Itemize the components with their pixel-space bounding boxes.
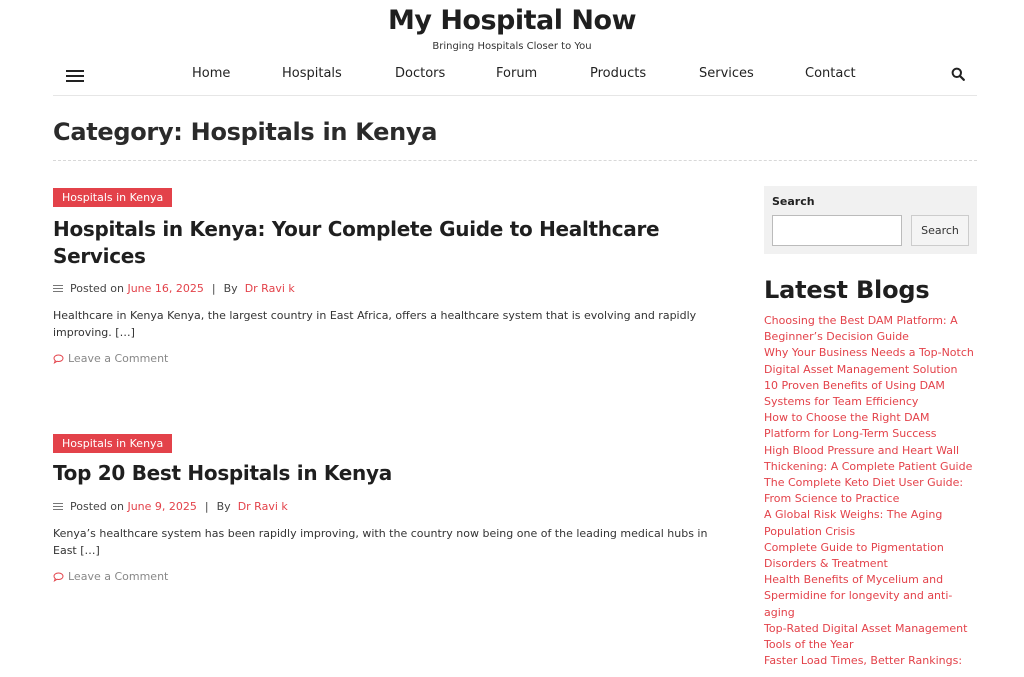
meta-separator: |: [204, 500, 209, 513]
by-label: By: [216, 500, 231, 513]
post-card: Hospitals in Kenya Top 20 Best Hospitals…: [53, 432, 733, 583]
latest-blog-link[interactable]: Faster Load Times, Better Rankings:: [764, 653, 977, 669]
search-icon[interactable]: [951, 67, 965, 81]
search-input[interactable]: [772, 215, 902, 246]
latest-blog-link[interactable]: Why Your Business Needs a Top-Notch Digi…: [764, 345, 977, 377]
latest-blogs-heading: Latest Blogs: [764, 276, 930, 304]
latest-blog-link[interactable]: How to Choose the Right DAM Platform for…: [764, 410, 977, 442]
post-title[interactable]: Hospitals in Kenya: Your Complete Guide …: [53, 216, 733, 270]
post-author[interactable]: Dr Ravi k: [238, 500, 288, 513]
site-title[interactable]: My Hospital Now: [0, 5, 1024, 36]
nav-item-doctors[interactable]: Doctors: [395, 66, 445, 81]
nav-item-contact[interactable]: Contact: [805, 66, 856, 81]
post-excerpt: Kenya’s healthcare system has been rapid…: [53, 527, 708, 557]
sidebar: Search Search: [764, 186, 977, 254]
post-meta: Posted on June 9, 2025 | By Dr Ravi k: [53, 500, 733, 513]
meta-separator: |: [211, 282, 216, 295]
page-title: Category: Hospitals in Kenya: [53, 118, 438, 146]
nav-item-products[interactable]: Products: [590, 66, 646, 81]
post-category-badge[interactable]: Hospitals in Kenya: [53, 434, 173, 453]
nav-item-services[interactable]: Services: [699, 66, 754, 81]
latest-blog-link[interactable]: Top-Rated Digital Asset Management Tools…: [764, 621, 977, 653]
list-icon: [53, 502, 63, 511]
post-category-badge[interactable]: Hospitals in Kenya: [53, 188, 173, 207]
latest-blog-link[interactable]: The Complete Keto Diet User Guide: From …: [764, 475, 977, 507]
nav-item-hospitals[interactable]: Hospitals: [282, 66, 342, 81]
speech-bubble-icon: [53, 571, 64, 582]
speech-bubble-icon: [53, 353, 64, 364]
post-author[interactable]: Dr Ravi k: [245, 282, 295, 295]
latest-blog-link[interactable]: 10 Proven Benefits of Using DAM Systems …: [764, 378, 977, 410]
search-button[interactable]: Search: [911, 215, 969, 246]
list-icon: [53, 284, 63, 293]
by-label: By: [223, 282, 238, 295]
hamburger-icon[interactable]: [66, 69, 84, 83]
nav-item-forum[interactable]: Forum: [496, 66, 537, 81]
latest-blogs-list: Choosing the Best DAM Platform: A Beginn…: [764, 313, 977, 669]
search-label: Search: [772, 195, 815, 208]
title-divider: [53, 160, 977, 161]
post-date[interactable]: June 9, 2025: [127, 500, 196, 513]
leave-comment-link[interactable]: Leave a Comment: [53, 352, 733, 365]
comment-label: Leave a Comment: [68, 352, 169, 365]
comment-label: Leave a Comment: [68, 570, 169, 583]
latest-blog-link[interactable]: Health Benefits of Mycelium and Spermidi…: [764, 572, 977, 621]
latest-blog-link[interactable]: A Global Risk Weighs: The Aging Populati…: [764, 507, 977, 539]
main-navigation: Home Hospitals Doctors Forum Products Se…: [53, 58, 977, 96]
post-title[interactable]: Top 20 Best Hospitals in Kenya: [53, 460, 733, 487]
posted-label: Posted on: [70, 282, 124, 295]
posted-label: Posted on: [70, 500, 124, 513]
latest-blog-link[interactable]: Complete Guide to Pigmentation Disorders…: [764, 540, 977, 572]
search-widget: Search Search: [764, 186, 977, 254]
post-date[interactable]: June 16, 2025: [127, 282, 203, 295]
post-meta: Posted on June 16, 2025 | By Dr Ravi k: [53, 282, 733, 295]
leave-comment-link[interactable]: Leave a Comment: [53, 570, 733, 583]
latest-blog-link[interactable]: Choosing the Best DAM Platform: A Beginn…: [764, 313, 977, 345]
site-tagline: Bringing Hospitals Closer to You: [432, 41, 592, 52]
post-card: Hospitals in Kenya Hospitals in Kenya: Y…: [53, 186, 733, 365]
post-excerpt: Healthcare in Kenya Kenya, the largest c…: [53, 309, 697, 339]
nav-item-home[interactable]: Home: [192, 66, 230, 81]
latest-blog-link[interactable]: High Blood Pressure and Heart Wall Thick…: [764, 443, 977, 475]
